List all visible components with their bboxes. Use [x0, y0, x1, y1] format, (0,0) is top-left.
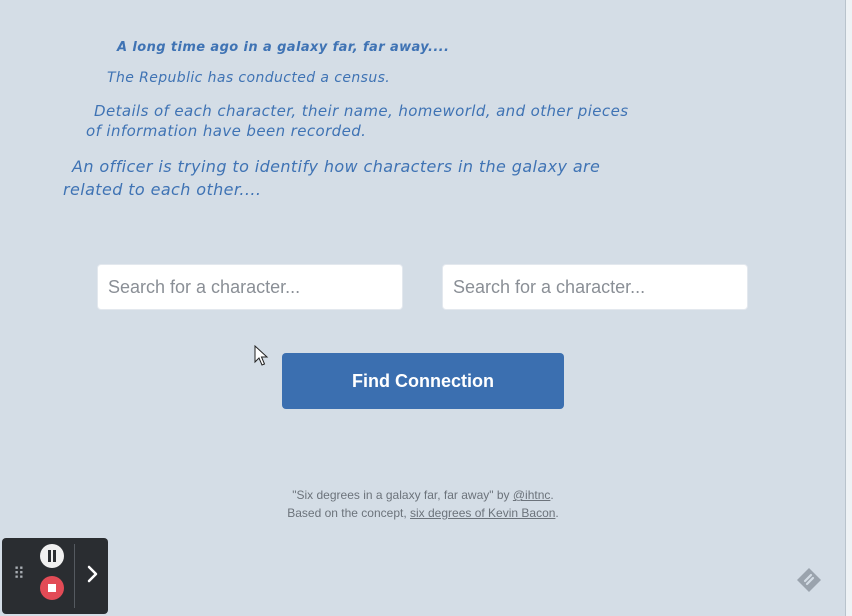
drag-handle-icon[interactable]: ⠿	[13, 566, 25, 582]
feedback-icon[interactable]	[795, 566, 823, 594]
toolbar-divider	[74, 544, 75, 608]
footer-credit-text: "Six degrees in a galaxy far, far away" …	[292, 488, 513, 502]
concept-link[interactable]: six degrees of Kevin Bacon	[410, 506, 555, 520]
intro-line-1: A long time ago in a galaxy far, far awa…	[117, 40, 450, 55]
intro-line-3b: of information have been recorded.	[86, 122, 367, 140]
intro-line-3a: Details of each character, their name, h…	[94, 102, 629, 120]
character-search-input-right[interactable]	[442, 264, 748, 310]
stop-icon[interactable]	[40, 576, 64, 600]
intro-line-2: The Republic has conducted a census.	[107, 70, 391, 86]
chevron-right-icon[interactable]	[82, 560, 104, 588]
footer-concept-line: Based on the concept, six degrees of Kev…	[0, 504, 846, 522]
pause-icon[interactable]	[40, 544, 64, 568]
footer-concept-text: Based on the concept,	[287, 506, 410, 520]
author-link[interactable]: @ihtnc	[513, 488, 551, 502]
recording-toolbar: ⠿	[2, 538, 108, 614]
intro-line-4a: An officer is trying to identify how cha…	[72, 157, 601, 176]
footer-credit-line: "Six degrees in a galaxy far, far away" …	[0, 486, 846, 504]
character-search-input-left[interactable]	[97, 264, 403, 310]
window-edge	[845, 0, 852, 616]
footer: "Six degrees in a galaxy far, far away" …	[0, 486, 846, 522]
mouse-cursor-icon	[254, 345, 269, 366]
footer-concept-end: .	[555, 506, 559, 520]
intro-line-4b: related to each other....	[63, 180, 262, 199]
footer-credit-end: .	[550, 488, 554, 502]
find-connection-button[interactable]: Find Connection	[282, 353, 564, 409]
